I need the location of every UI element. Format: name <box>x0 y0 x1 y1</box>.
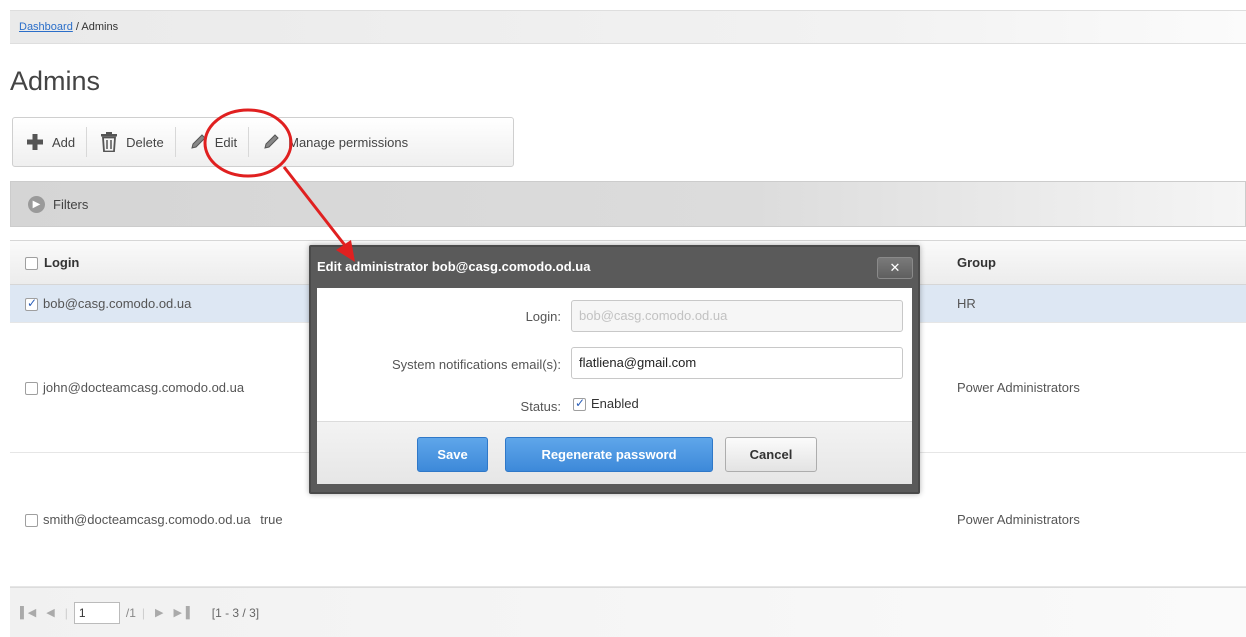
row-login: bob@casg.comodo.od.ua <box>43 296 192 311</box>
add-button-label: Add <box>52 134 76 150</box>
pagination-bar: ▌◀ ◀ | /1 | ▶ ▶▐ [1 - 3 / 3] <box>10 587 1246 637</box>
page-total: /1 <box>125 605 136 620</box>
column-header-group[interactable]: Group <box>957 241 996 285</box>
regenerate-password-button[interactable]: Regenerate password <box>505 437 713 472</box>
row-login: smith@docteamcasg.comodo.od.ua <box>43 512 251 527</box>
email-field[interactable]: flatliena@gmail.com <box>571 347 903 379</box>
delete-button-label: Delete <box>126 134 164 150</box>
cancel-button[interactable]: Cancel <box>725 437 817 472</box>
login-label: Login: <box>525 309 561 324</box>
first-page-icon[interactable]: ▌◀ <box>20 606 36 619</box>
edit-button[interactable]: Edit <box>176 118 248 166</box>
close-icon[interactable]: ✕ <box>877 257 913 279</box>
edit-button-label: Edit <box>214 134 238 150</box>
row-login-cell: bob@casg.comodo.od.ua <box>25 296 192 312</box>
edit-admin-dialog: Edit administrator bob@casg.comodo.od.ua… <box>309 245 920 494</box>
pager-divider: | <box>141 605 145 620</box>
dialog-button-bar: Save Regenerate password Cancel <box>317 421 912 484</box>
pencil-icon <box>260 131 282 153</box>
row-group: Power Administrators <box>957 380 1080 395</box>
row-checkbox[interactable] <box>25 382 38 396</box>
column-login-label: Login <box>44 255 80 270</box>
add-button[interactable]: Add <box>13 118 86 166</box>
status-label: Status: <box>520 399 561 414</box>
column-group-label: Group <box>957 255 996 270</box>
login-field: bob@casg.comodo.od.ua <box>571 300 903 332</box>
row-checkbox[interactable] <box>25 296 38 312</box>
page-number-input[interactable] <box>73 601 120 624</box>
row-group: HR <box>957 296 976 311</box>
trash-icon <box>98 131 120 153</box>
pencil-icon <box>187 131 209 153</box>
page-title: Admins <box>10 66 101 96</box>
row-login-cell: john@docteamcasg.comodo.od.ua <box>25 380 245 396</box>
delete-button[interactable]: Delete <box>87 118 175 166</box>
dialog-body: Login: bob@casg.comodo.od.ua System noti… <box>317 288 912 484</box>
pager-divider: | <box>64 605 68 620</box>
last-page-icon[interactable]: ▶▐ <box>173 606 189 619</box>
save-button[interactable]: Save <box>417 437 488 472</box>
breadcrumb-dashboard-link[interactable]: Dashboard <box>19 21 73 33</box>
previous-page-icon[interactable]: ◀ <box>46 606 54 619</box>
dialog-title: Edit administrator bob@casg.comodo.od.ua <box>317 259 591 274</box>
filters-bar[interactable]: ▶ Filters <box>10 181 1246 227</box>
enabled-label: Enabled <box>591 396 639 411</box>
email-label: System notifications email(s): <box>391 357 561 372</box>
status-toggle[interactable]: Enabled <box>573 396 639 412</box>
breadcrumb-current: Admins <box>81 21 119 33</box>
column-header-login[interactable]: Login <box>25 241 79 285</box>
chevron-right-icon: ▶ <box>28 195 45 213</box>
row-login: john@docteamcasg.comodo.od.ua <box>43 380 245 395</box>
manage-permissions-label: Manage permissions <box>288 134 409 150</box>
manage-permissions-button[interactable]: Manage permissions <box>249 118 419 166</box>
enabled-checkbox[interactable] <box>573 396 586 412</box>
row-group: Power Administrators <box>957 512 1080 527</box>
page-range: [1 - 3 / 3] <box>211 605 260 620</box>
breadcrumb: Dashboard / Admins <box>10 10 1246 44</box>
select-all-checkbox[interactable] <box>25 257 38 271</box>
row-checkbox[interactable] <box>25 514 38 528</box>
next-page-icon[interactable]: ▶ <box>155 606 163 619</box>
row-status: true <box>260 512 283 527</box>
row-login-cell: smith@docteamcasg.comodo.od.ua true <box>25 512 283 528</box>
plus-icon <box>24 131 46 153</box>
filters-label: Filters <box>53 196 89 212</box>
toolbar: Add Delete Edit Manage permissions <box>12 117 514 167</box>
